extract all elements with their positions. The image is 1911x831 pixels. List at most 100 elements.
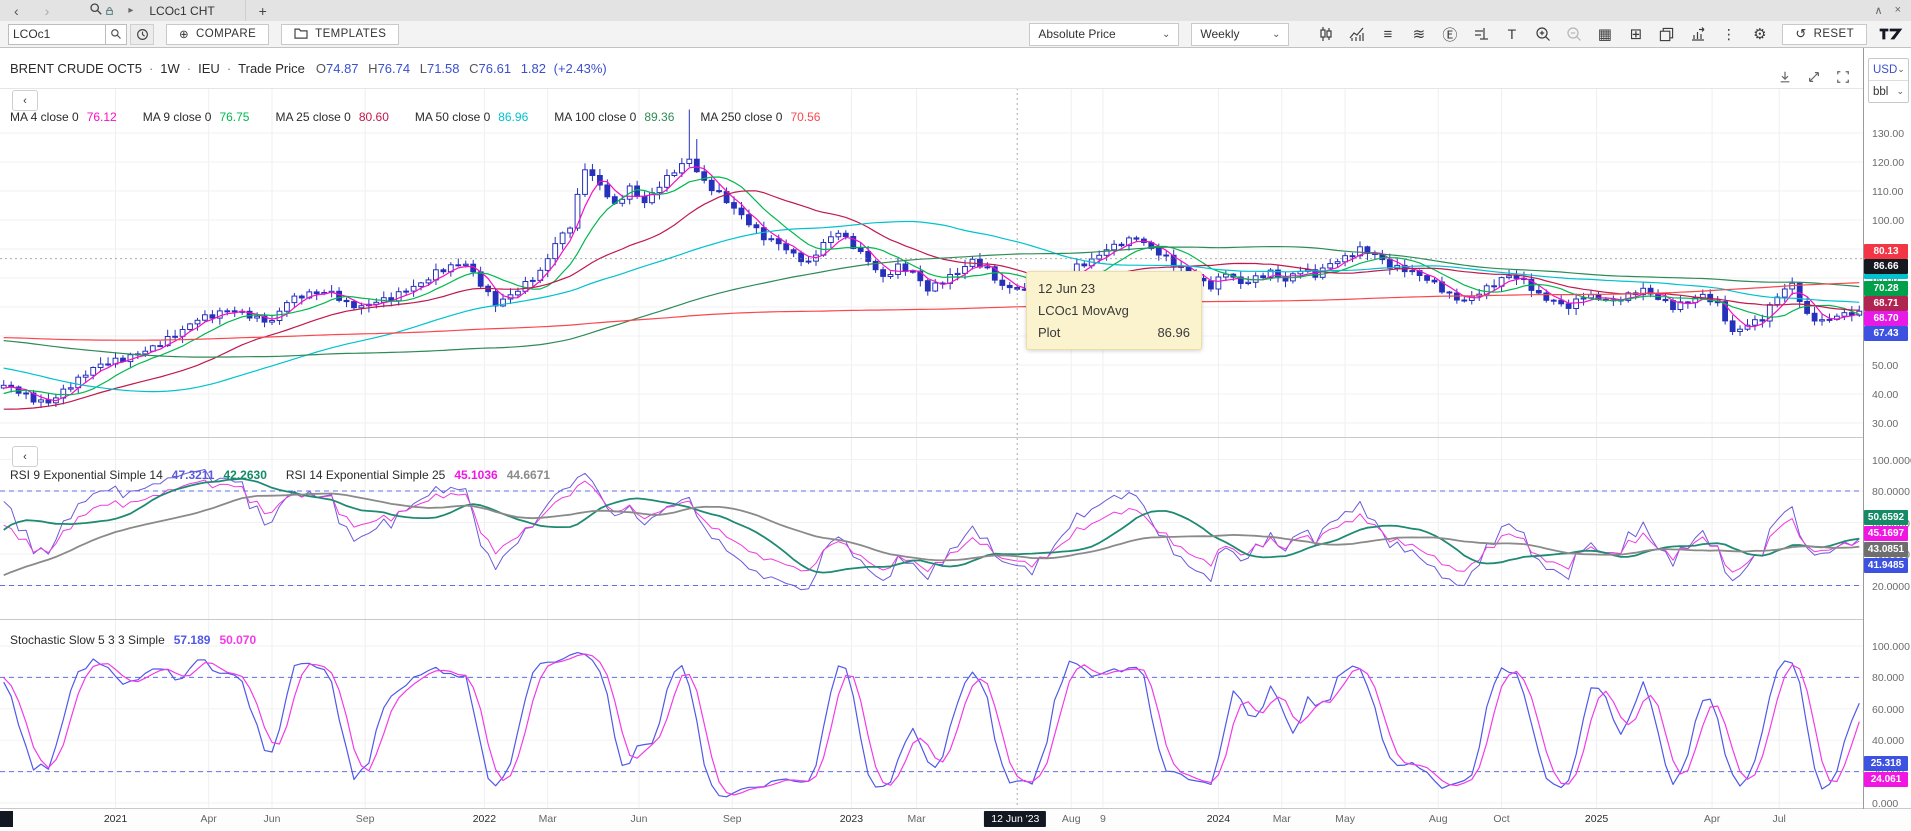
time-axis[interactable]: 2021AprJunSep2022MarJunSep2023MarAug9202… — [0, 809, 1911, 831]
axis-edge-badge — [0, 811, 13, 827]
price-badge: 25.318 — [1864, 756, 1908, 771]
price-mode-select[interactable]: Absolute Price⌄ — [1029, 23, 1179, 46]
collapse-main-legend-button[interactable]: ‹ — [12, 90, 38, 111]
search-icon[interactable] — [89, 2, 103, 19]
unit-selector: USD ⌄ bbl ⌄ — [1868, 58, 1909, 103]
scale-tick: 40.00 — [1872, 389, 1898, 401]
price-badge: 68.70 — [1864, 311, 1908, 326]
ma-legend-item[interactable]: MA 9 close 076.75 — [143, 110, 250, 124]
export-chart-icon[interactable] — [1685, 23, 1710, 46]
tab-lcoc1-cht[interactable]: LCOc1 CHT — [133, 0, 245, 21]
ma-legend-item[interactable]: MA 100 close 089.36 — [554, 110, 674, 124]
time-axis-label: Jun — [631, 813, 648, 825]
time-axis-label: Aug — [1062, 813, 1081, 825]
measure-icon[interactable] — [1468, 23, 1493, 46]
fullscreen-icon[interactable] — [1834, 68, 1852, 86]
rsi-stoch-pane-divider[interactable] — [0, 619, 1911, 620]
tooltip-row-label: Plot — [1038, 325, 1060, 340]
time-axis-label: Jul — [1772, 813, 1785, 825]
text-annotation-icon[interactable]: T — [1499, 23, 1524, 46]
unit-select[interactable]: bbl ⌄ — [1869, 81, 1908, 102]
scale-tick: 100.0000 — [1872, 455, 1911, 467]
nav-forward-icon[interactable]: › — [45, 4, 50, 18]
price-badge: 67.43 — [1864, 326, 1908, 341]
currency-select[interactable]: USD ⌄ — [1869, 59, 1908, 81]
symbol-input[interactable] — [8, 24, 106, 45]
scale-tick: 120.00 — [1872, 157, 1904, 169]
interval-label: 1W — [160, 61, 180, 76]
zoom-out-icon[interactable] — [1561, 23, 1586, 46]
ma-legend-item[interactable]: MA 50 close 086.96 — [415, 110, 528, 124]
settings-gear-icon[interactable]: ⚙ — [1747, 23, 1772, 46]
chart-corner-tools — [1776, 68, 1852, 86]
price-rsi-pane-divider[interactable] — [0, 437, 1911, 438]
folder-icon — [294, 27, 308, 42]
expand-pane-icon[interactable] — [1805, 68, 1823, 86]
templates-button[interactable]: TEMPLATES — [281, 24, 399, 45]
lock-icon — [105, 5, 114, 19]
reset-undo-icon: ↺ — [1795, 26, 1806, 42]
collapse-rsi-legend-button[interactable]: ‹ — [12, 446, 38, 467]
scale-tick: 80.0000 — [1872, 486, 1910, 498]
layers-icon[interactable]: ≡ — [1375, 23, 1400, 46]
chevron-down-icon: ⌄ — [1162, 29, 1170, 40]
price-chart-canvas[interactable] — [0, 0, 1911, 831]
more-options-kebab-icon[interactable]: ⋮ — [1716, 23, 1741, 46]
time-axis-label: May — [1335, 813, 1355, 825]
window-close-icon[interactable]: × — [1895, 4, 1901, 17]
price-badge: 45.1697 — [1864, 526, 1908, 541]
price-badge: 86.66 — [1864, 259, 1908, 274]
ma-legend-item[interactable]: MA 4 close 076.12 — [10, 110, 117, 124]
reset-button[interactable]: ↺ RESET — [1782, 24, 1867, 45]
scale-tick: 20.0000 — [1872, 581, 1910, 593]
time-axis-label: Apr — [200, 813, 216, 825]
time-axis-label: Sep — [723, 813, 742, 825]
crosshair-tooltip: 12 Jun 23 LCOc1 MovAvg Plot 86.96 — [1026, 271, 1202, 350]
ma-legend: MA 4 close 076.12 MA 9 close 076.75 MA 25 … — [10, 110, 820, 124]
symbol-search-icon[interactable] — [106, 24, 127, 45]
scale-tick: 110.00 — [1872, 186, 1903, 198]
data-table-icon[interactable]: ▦ — [1592, 23, 1617, 46]
compare-button[interactable]: ⊕ COMPARE — [166, 24, 269, 45]
scale-tick: 100.000 — [1872, 641, 1910, 653]
price-badge: 70.28 — [1864, 281, 1908, 296]
chevron-down-icon: ⌄ — [1897, 64, 1905, 75]
chart-toolbar: ⊕ COMPARE TEMPLATES Absolute Price⌄ Week… — [0, 21, 1911, 48]
indicators-icon[interactable] — [1344, 23, 1369, 46]
field-label: Trade Price — [238, 61, 305, 76]
scale-tick: 30.00 — [1872, 418, 1898, 430]
chevron-down-icon: ⌄ — [1896, 86, 1904, 97]
new-tab-button[interactable]: + — [246, 3, 280, 19]
symbol-name: BRENT CRUDE OCT5 — [10, 61, 142, 76]
time-axis-label: Apr — [1704, 813, 1720, 825]
rsi-legend[interactable]: RSI 9 Exponential Simple 14 47.3211 42.2… — [10, 468, 550, 482]
duplicate-window-icon[interactable] — [1654, 23, 1679, 46]
scale-tick: 80.000 — [1872, 672, 1904, 684]
ohlc-values: O74.87 H76.74 L71.58 C76.61 1.82 (+2.43%… — [316, 61, 607, 76]
tradingview-logo — [1879, 25, 1903, 43]
scale-tick: 40.000 — [1872, 735, 1904, 747]
time-axis-label: 2023 — [840, 813, 863, 825]
ma-legend-item[interactable]: MA 250 close 070.56 — [700, 110, 820, 124]
ma-legend-item[interactable]: MA 25 close 080.60 — [275, 110, 388, 124]
symbol-header: BRENT CRUDE OCT5 · 1W · IEU · Trade Pric… — [10, 61, 607, 76]
estimates-icon[interactable]: Ⓔ — [1437, 23, 1462, 46]
nav-back-icon[interactable]: ‹ — [14, 4, 19, 18]
stochastic-legend[interactable]: Stochastic Slow 5 3 3 Simple 57.189 50.0… — [10, 633, 256, 647]
price-badge: 80.13 — [1864, 244, 1908, 259]
time-axis-label: Mar — [908, 813, 926, 825]
interval-select[interactable]: Weekly⌄ — [1191, 23, 1289, 46]
waves-overlay-icon[interactable]: ≋ — [1406, 23, 1431, 46]
download-icon[interactable] — [1776, 68, 1794, 86]
price-badge: 41.9485 — [1864, 558, 1908, 573]
price-badge: 68.71 — [1864, 296, 1908, 311]
window-expand-icon[interactable]: ∧ — [1875, 4, 1883, 17]
recent-symbols-clock-icon[interactable] — [130, 24, 154, 45]
time-axis-label: Aug — [1429, 813, 1448, 825]
add-panel-icon[interactable]: ⊞ — [1623, 23, 1648, 46]
time-axis-label: Jun — [264, 813, 281, 825]
price-badge: 24.061 — [1864, 772, 1908, 787]
chart-style-candles-icon[interactable] — [1313, 23, 1338, 46]
price-scale[interactable]: USD ⌄ bbl ⌄ 130.00120.00110.00100.0090.0… — [1864, 48, 1911, 808]
zoom-in-icon[interactable] — [1530, 23, 1555, 46]
